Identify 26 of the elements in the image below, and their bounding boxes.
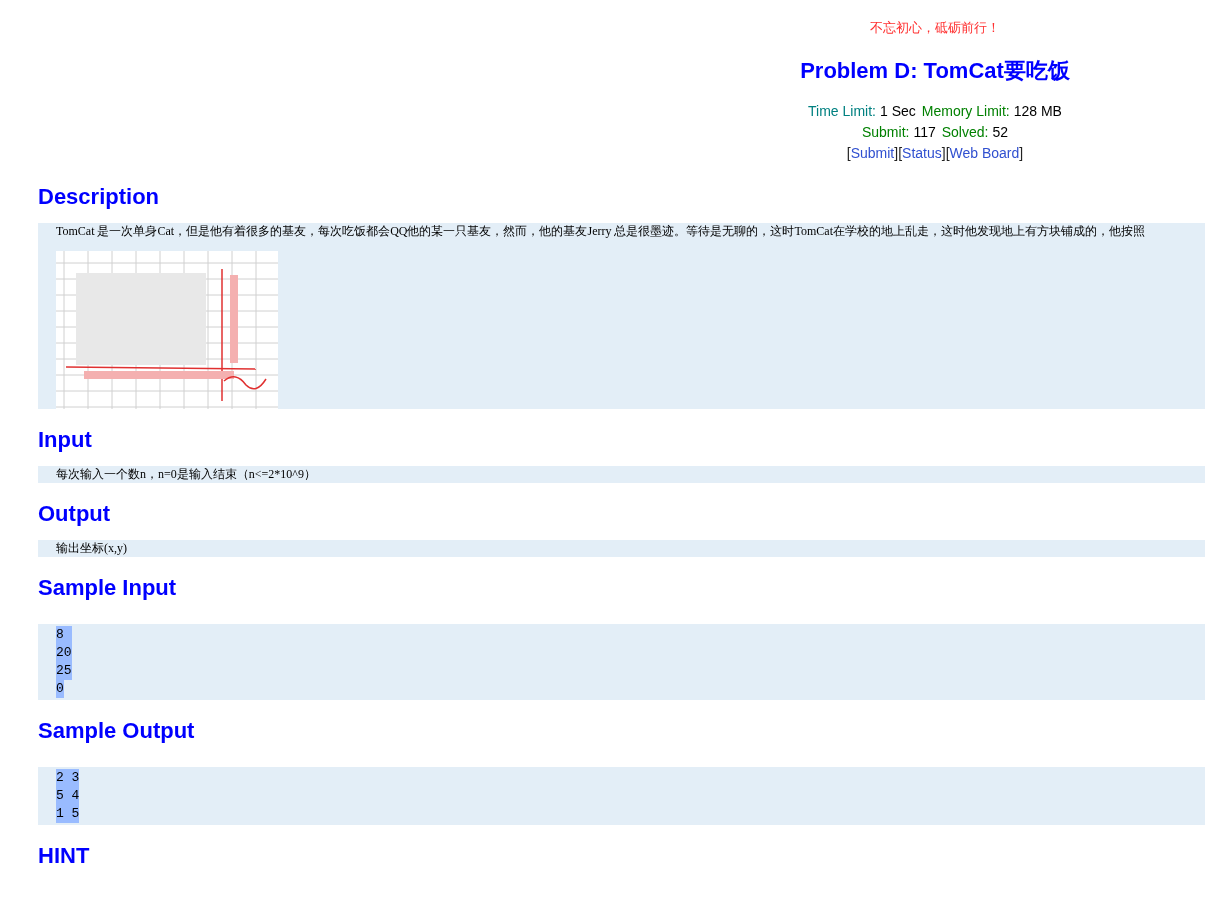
content-text: 输出坐标(x,y) [56,539,127,557]
section-heading: Sample Output [38,716,196,745]
count-label: Submit: [861,122,910,142]
problem-title: Problem D: TomCat要吃饭 [800,56,1070,85]
bracket-text: [ [945,143,950,163]
section-heading: Output [38,499,112,528]
content-text: 每次输入一个数n，n=0是输入结束（n<=2*10^9） [56,465,316,483]
count-value: 52 [992,122,1009,142]
bracket-text: ] [941,143,946,163]
bracket-text: ] [1019,143,1024,163]
section-heading: Description [38,182,161,211]
limit-value: 1 Sec [880,101,916,121]
nav-link[interactable]: Status [902,142,942,164]
section-heading: Input [38,425,93,454]
motto-text: 不忘初心，砥砺前行！ [870,19,1000,37]
content-text: TomCat 是一次单身Cat，但是他有着很多的基友，每次吃饭都会QQ他的某一只基友，然而，他的基友Jerry 总是很墨迹。等待是无聊的，这时TomCat在学校的地上乱走，这时他发现地上有方块铺成的，他按照 [56,222,1145,240]
count-value: 117 [913,122,936,142]
limit-value: 128 MB [1013,101,1062,121]
bracket-text: ] [894,143,899,163]
count-label: Solved: [941,122,989,142]
bracket-text: [ [846,143,851,163]
section-heading: HINT [38,841,91,870]
bracket-text: [ [898,143,903,163]
section-heading: Sample Input [38,573,178,602]
limit-label: Time Limit: [808,101,876,121]
limit-label: Memory Limit: [921,101,1010,121]
